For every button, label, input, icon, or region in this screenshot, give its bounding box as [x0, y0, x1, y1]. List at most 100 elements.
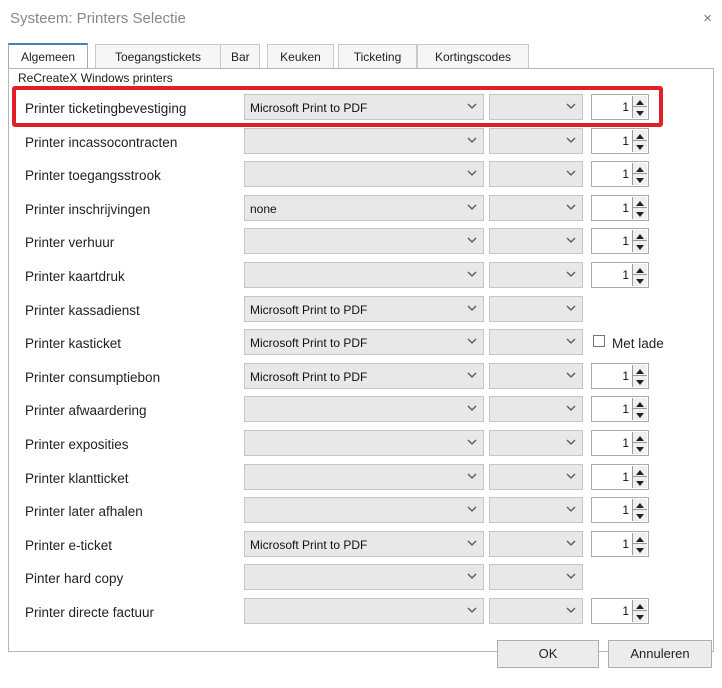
spin-up-down-icon[interactable]: [632, 96, 647, 118]
printer-select[interactable]: [244, 464, 484, 490]
tray-select[interactable]: [489, 161, 583, 187]
spin-up-down-icon[interactable]: [632, 600, 647, 622]
spin-up-icon[interactable]: [633, 130, 647, 141]
printer-row: Printer toegangsstrook 1: [0, 161, 722, 191]
copies-spinner[interactable]: 1: [591, 464, 649, 490]
printer-select[interactable]: Microsoft Print to PDF: [244, 531, 484, 557]
spin-down-icon[interactable]: [633, 409, 647, 420]
spin-up-down-icon[interactable]: [632, 197, 647, 219]
printer-select[interactable]: none: [244, 195, 484, 221]
tab-keuken[interactable]: Keuken: [267, 44, 334, 68]
tray-select[interactable]: [489, 531, 583, 557]
spin-up-down-icon[interactable]: [632, 398, 647, 420]
spin-up-icon[interactable]: [633, 197, 647, 208]
tray-select[interactable]: [489, 262, 583, 288]
spin-down-icon[interactable]: [633, 544, 647, 555]
spin-up-icon[interactable]: [633, 600, 647, 611]
copies-spinner[interactable]: 1: [591, 262, 649, 288]
printer-select[interactable]: [244, 396, 484, 422]
copies-spinner[interactable]: 1: [591, 363, 649, 389]
tray-select[interactable]: [489, 497, 583, 523]
tray-select[interactable]: [489, 464, 583, 490]
spin-up-icon[interactable]: [633, 432, 647, 443]
spin-down-icon[interactable]: [633, 376, 647, 387]
spin-up-down-icon[interactable]: [632, 466, 647, 488]
tray-select[interactable]: [489, 396, 583, 422]
spin-down-icon[interactable]: [633, 208, 647, 219]
spin-up-down-icon[interactable]: [632, 432, 647, 454]
spin-down-icon[interactable]: [633, 241, 647, 252]
spin-up-icon[interactable]: [633, 398, 647, 409]
copies-spinner[interactable]: 1: [591, 430, 649, 456]
spin-up-icon[interactable]: [633, 499, 647, 510]
printer-select[interactable]: [244, 161, 484, 187]
spin-down-icon[interactable]: [633, 477, 647, 488]
spin-down-icon[interactable]: [633, 443, 647, 454]
chevron-down-icon: [566, 334, 576, 344]
tray-select[interactable]: [489, 430, 583, 456]
met-lade-checkbox[interactable]: [593, 335, 605, 347]
spin-up-down-icon[interactable]: [632, 230, 647, 252]
spin-up-down-icon[interactable]: [632, 533, 647, 555]
spin-up-down-icon[interactable]: [632, 163, 647, 185]
copies-spinner[interactable]: 1: [591, 396, 649, 422]
spin-up-icon[interactable]: [633, 230, 647, 241]
tab-kortingscodes[interactable]: Kortingscodes: [417, 44, 529, 68]
printer-select[interactable]: [244, 128, 484, 154]
printer-select[interactable]: [244, 262, 484, 288]
tray-select[interactable]: [489, 598, 583, 624]
spin-down-icon[interactable]: [633, 107, 647, 118]
spin-down-icon[interactable]: [633, 510, 647, 521]
chevron-down-icon: [566, 166, 576, 176]
copies-value: 1: [622, 402, 629, 416]
copies-spinner[interactable]: 1: [591, 531, 649, 557]
tray-select[interactable]: [489, 94, 583, 120]
spin-up-icon[interactable]: [633, 264, 647, 275]
spin-up-icon[interactable]: [633, 466, 647, 477]
spin-up-icon[interactable]: [633, 533, 647, 544]
spin-down-icon[interactable]: [633, 141, 647, 152]
printer-select[interactable]: [244, 564, 484, 590]
tab-bar[interactable]: Bar: [220, 44, 260, 68]
tray-select[interactable]: [489, 363, 583, 389]
tab-toegangstickets[interactable]: Toegangstickets: [95, 44, 221, 68]
printer-select[interactable]: [244, 430, 484, 456]
tab-ticketing[interactable]: Ticketing: [338, 44, 417, 68]
tray-select[interactable]: [489, 195, 583, 221]
printer-select[interactable]: Microsoft Print to PDF: [244, 363, 484, 389]
spin-down-icon[interactable]: [633, 611, 647, 622]
spin-up-down-icon[interactable]: [632, 499, 647, 521]
spin-down-icon[interactable]: [633, 174, 647, 185]
tray-select[interactable]: [489, 228, 583, 254]
spin-up-icon[interactable]: [633, 163, 647, 174]
close-icon[interactable]: ×: [703, 10, 712, 27]
tray-select[interactable]: [489, 329, 583, 355]
spin-down-icon[interactable]: [633, 275, 647, 286]
spin-up-icon[interactable]: [633, 365, 647, 376]
printer-select[interactable]: Microsoft Print to PDF: [244, 94, 484, 120]
printer-select[interactable]: Microsoft Print to PDF: [244, 329, 484, 355]
copies-spinner[interactable]: 1: [591, 94, 649, 120]
tray-select[interactable]: [489, 128, 583, 154]
cancel-button[interactable]: Annuleren: [608, 640, 712, 668]
spin-up-icon[interactable]: [633, 96, 647, 107]
printer-select[interactable]: Microsoft Print to PDF: [244, 296, 484, 322]
copies-spinner[interactable]: 1: [591, 161, 649, 187]
ok-button[interactable]: OK: [497, 640, 599, 668]
spin-up-down-icon[interactable]: [632, 264, 647, 286]
copies-spinner[interactable]: 1: [591, 228, 649, 254]
copies-spinner[interactable]: 1: [591, 128, 649, 154]
spin-up-down-icon[interactable]: [632, 130, 647, 152]
tray-select[interactable]: [489, 296, 583, 322]
chevron-down-icon: [467, 267, 477, 277]
tab-algemeen[interactable]: Algemeen: [8, 43, 88, 69]
chevron-down-icon: [566, 435, 576, 445]
tray-select[interactable]: [489, 564, 583, 590]
printer-select[interactable]: [244, 228, 484, 254]
copies-spinner[interactable]: 1: [591, 195, 649, 221]
printer-select[interactable]: [244, 497, 484, 523]
spin-up-down-icon[interactable]: [632, 365, 647, 387]
copies-spinner[interactable]: 1: [591, 497, 649, 523]
printer-select[interactable]: [244, 598, 484, 624]
copies-spinner[interactable]: 1: [591, 598, 649, 624]
